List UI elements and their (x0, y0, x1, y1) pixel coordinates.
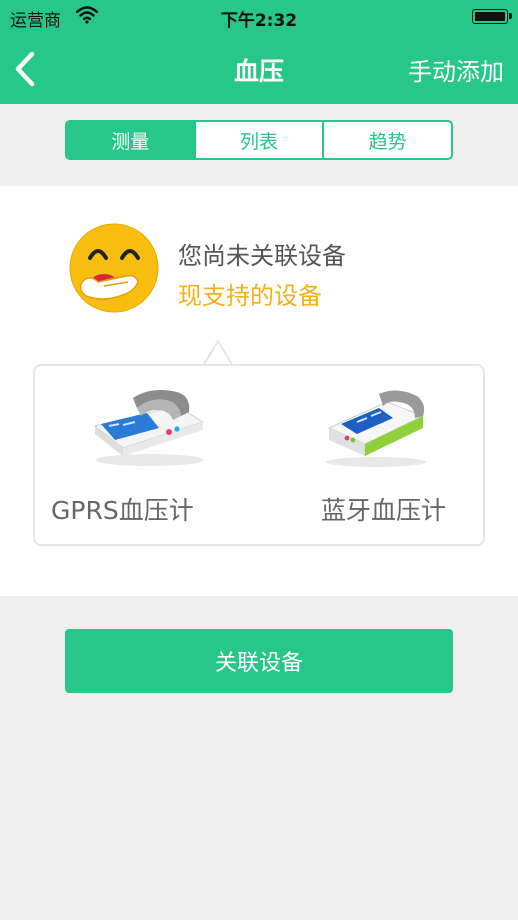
battery-icon (472, 9, 512, 24)
supported-devices-card: GPRS血压计 蓝牙血压计 (33, 364, 485, 546)
tab-trend[interactable]: 趋势 (322, 122, 451, 158)
tab-list[interactable]: 列表 (193, 122, 323, 158)
tab-measure[interactable]: 测量 (67, 122, 194, 158)
manual-add-button[interactable]: 手动添加 (408, 52, 504, 87)
status-bar: 运营商 下午2:32 (0, 0, 518, 34)
segmented-control: 测量 列表 趋势 (65, 120, 453, 160)
shy-smiley-icon (69, 223, 159, 313)
gprs-device-option[interactable]: GPRS血压计 (35, 366, 261, 548)
navigation-header: 运营商 下午2:32 血压 手动添加 (0, 0, 518, 104)
link-device-button[interactable]: 关联设备 (65, 629, 453, 693)
callout-pointer (203, 339, 233, 366)
bluetooth-device-option[interactable]: 蓝牙血压计 (261, 366, 487, 548)
bluetooth-blood-pressure-monitor-image (326, 390, 426, 467)
tab-bar-area: 测量 列表 趋势 (0, 104, 518, 186)
content-panel: 您尚未关联设备 现支持的设备 GPRS血压计 蓝牙血压计 (0, 186, 518, 596)
bluetooth-device-label: 蓝牙血压计 (321, 496, 447, 525)
clock-time: 下午2:32 (220, 11, 298, 31)
gprs-device-label: GPRS血压计 (51, 496, 194, 525)
gprs-blood-pressure-monitor-image (93, 390, 205, 466)
no-device-message: 您尚未关联设备 (178, 242, 346, 270)
supported-devices-link[interactable]: 现支持的设备 (178, 276, 322, 311)
